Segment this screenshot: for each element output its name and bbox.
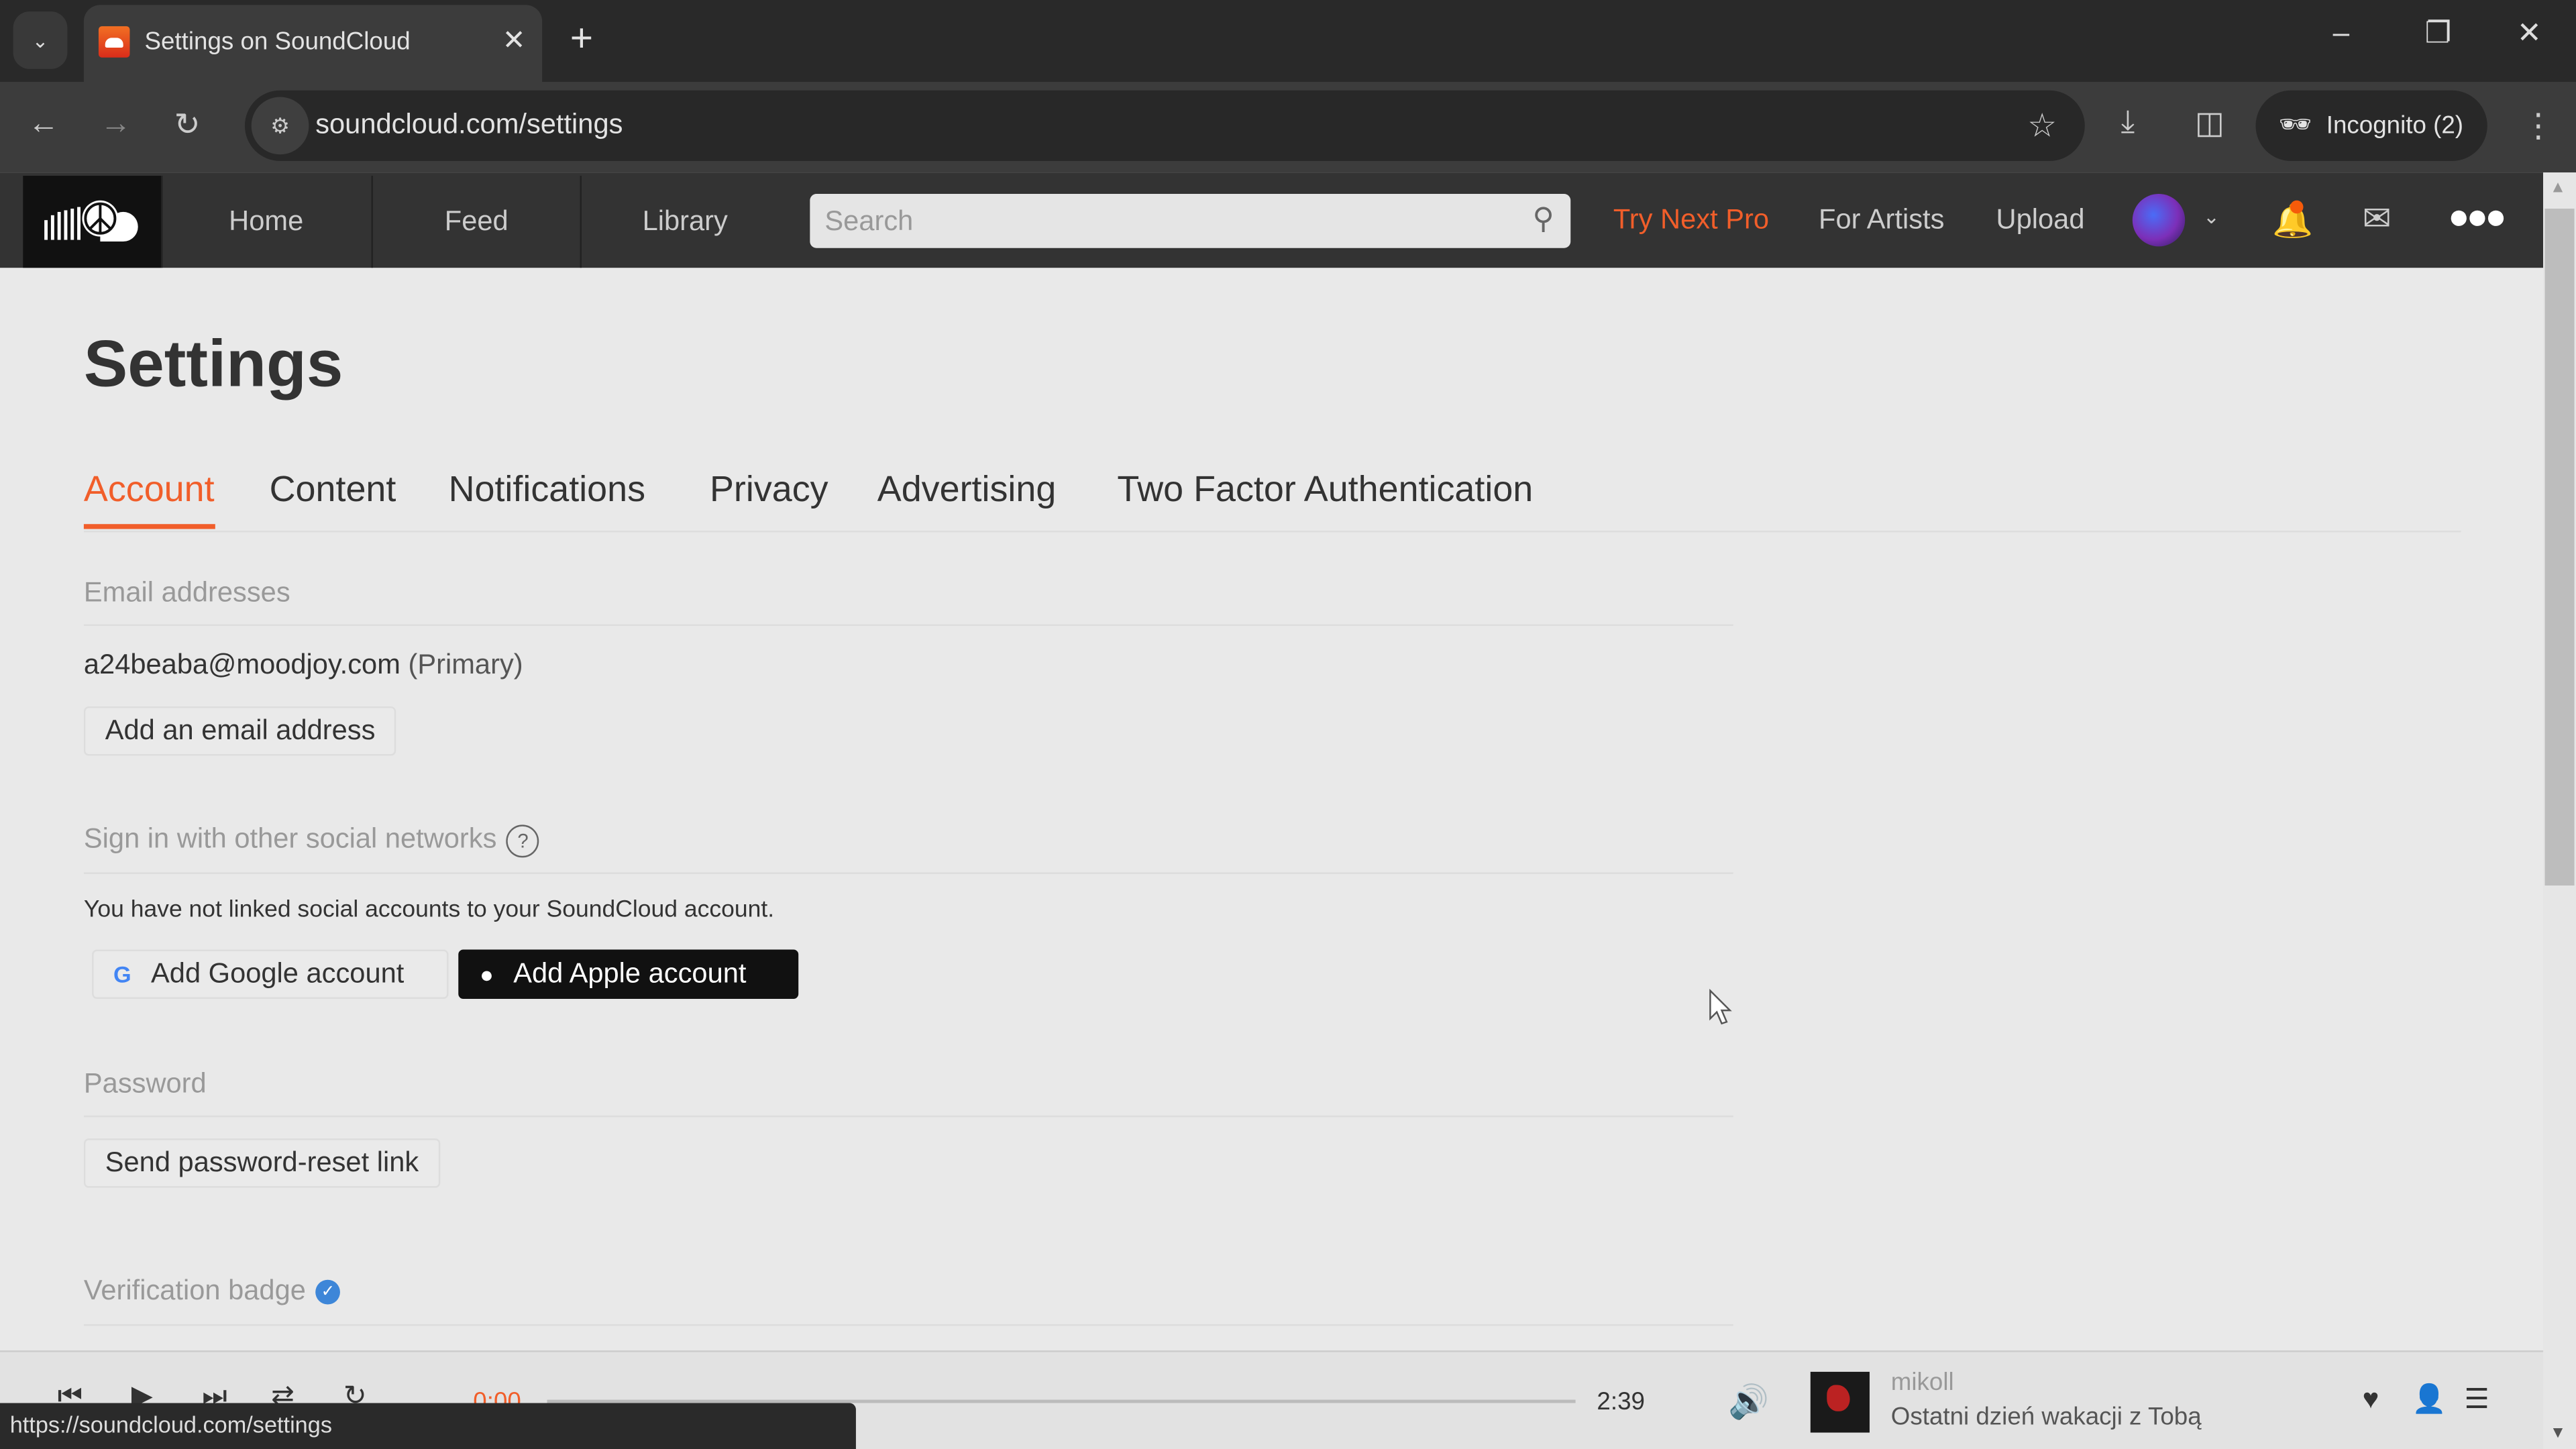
incognito-button[interactable]: 🕶 Incognito (2) [2255,90,2487,162]
verification-section-label: Verification badge ✓ [83,1275,341,1307]
divider [83,1115,1733,1118]
upload-link[interactable]: Upload [1996,204,2085,237]
search-box: ⚲ [810,193,1571,248]
track-duration: 2:39 [1597,1388,1645,1417]
incognito-label: Incognito (2) [2326,111,2464,140]
queue-icon[interactable]: ☰ [2464,1383,2489,1416]
back-icon[interactable]: ← [28,107,60,143]
apple-icon: ● [480,961,494,987]
divider [83,624,1733,627]
add-apple-account-button[interactable]: ● Add Apple account [458,949,799,999]
apple-button-label: Add Apple account [513,957,747,989]
forward-icon[interactable]: → [100,107,131,143]
scroll-up-arrow-icon[interactable]: ▲ [2550,179,2566,197]
bookmark-star-icon[interactable]: ☆ [2027,105,2057,146]
browser-menu-icon[interactable]: ⋮ [2522,105,2555,146]
tab-account[interactable]: Account [83,468,215,529]
mouse-cursor-icon [1709,989,1732,1025]
follow-user-icon[interactable]: 👤 [2412,1383,2447,1416]
status-url: https://soundcloud.com/settings [9,1411,332,1438]
tab-advertising[interactable]: Advertising [877,468,1057,524]
try-next-pro-link[interactable]: Try Next Pro [1613,204,1769,237]
soundcloud-header: Home Feed Library ⚲ Try Next Pro For Art… [0,172,2544,268]
send-password-reset-button[interactable]: Send password-reset link [83,1138,441,1188]
scrollbar-thumb[interactable] [2544,209,2575,886]
site-info-icon[interactable]: ⚙ [251,97,309,155]
social-section-title: Sign in with other social networks [83,822,497,855]
download-icon[interactable]: ⤓ [2121,105,2135,142]
new-tab-button[interactable]: + [570,16,593,62]
scroll-down-arrow-icon[interactable]: ▼ [2550,1424,2566,1442]
browser-window: ⌄ Settings on SoundCloud ✕ + – ❐ ✕ ← → ↻… [0,0,2576,1449]
like-heart-icon[interactable]: ♥ [2363,1383,2379,1416]
google-icon: G [113,961,131,987]
track-artwork[interactable] [1810,1371,1870,1433]
browser-tab[interactable]: Settings on SoundCloud ✕ [83,5,543,83]
volume-icon[interactable]: 🔊 [1728,1382,1769,1423]
nav-home[interactable]: Home [161,176,370,268]
incognito-icon: 🕶 [2278,111,2312,140]
messages-mail-icon[interactable]: ✉ [2363,199,2392,239]
tab-privacy[interactable]: Privacy [710,468,828,524]
soundcloud-logo[interactable] [23,176,162,268]
page-scrollbar[interactable]: ▲ ▼ [2543,172,2576,1449]
search-icon[interactable]: ⚲ [1532,202,1554,236]
primary-tag: (Primary) [408,649,523,680]
search-input[interactable] [810,193,1497,248]
tab-notifications[interactable]: Notifications [449,468,645,524]
url-text[interactable]: soundcloud.com/settings [315,109,623,142]
google-button-label: Add Google account [151,957,405,989]
settings-tabs: Account Content Notifications Privacy Ad… [83,468,2461,533]
email-section-label: Email addresses [83,576,290,608]
password-section-label: Password [83,1067,207,1099]
tab-content[interactable]: Content [270,468,396,524]
more-options-icon[interactable]: ●●● [2448,195,2507,238]
soundcloud-favicon-icon [98,26,130,58]
divider [83,872,1733,874]
avatar[interactable] [2132,193,2186,247]
nav-library[interactable]: Library [580,176,788,268]
chevron-down-icon[interactable]: ⌄ [2203,205,2220,228]
tab-two-factor-authentication[interactable]: Two Factor Authentication [1117,468,1533,524]
add-email-button[interactable]: Add an email address [83,706,397,756]
social-section-label: Sign in with other social networks? [83,822,540,857]
verified-check-icon: ✓ [315,1279,341,1305]
tab-search-button[interactable]: ⌄ [13,11,68,69]
social-info-text: You have not linked social accounts to y… [83,897,775,924]
track-title[interactable]: Ostatni dzień wakacji z Tobą [1891,1403,2202,1431]
side-panel-icon[interactable]: ◫ [2195,105,2224,143]
tab-strip: ⌄ Settings on SoundCloud ✕ + – ❐ ✕ [0,0,2576,83]
chevron-down-icon: ⌄ [32,28,49,52]
for-artists-link[interactable]: For Artists [1819,204,1944,237]
restore-icon[interactable]: ❐ [2425,16,2452,50]
email-address: a24beaba@moodjoy.com [83,649,400,680]
tab-title: Settings on SoundCloud [144,28,411,56]
link-status-tooltip: https://soundcloud.com/settings [0,1403,856,1449]
page-title: Settings [83,328,343,401]
minimize-icon[interactable]: – [2333,16,2350,50]
close-window-icon[interactable]: ✕ [2517,16,2542,50]
notification-badge [2290,200,2304,214]
help-question-icon[interactable]: ? [506,824,540,857]
add-google-account-button[interactable]: G Add Google account [92,949,449,999]
track-artist[interactable]: mikoll [1891,1368,1954,1397]
verification-title: Verification badge [83,1275,306,1306]
browser-toolbar: ← → ↻ ⚙ soundcloud.com/settings ☆ ⤓ ◫ 🕶 … [0,82,2576,173]
reload-icon[interactable]: ↻ [174,107,201,144]
nav-feed[interactable]: Feed [371,176,580,268]
primary-email: a24beaba@moodjoy.com (Primary) [84,649,523,682]
soundcloud-logo-icon [44,200,138,242]
divider [83,1324,1733,1326]
close-tab-icon[interactable]: ✕ [502,25,526,58]
address-bar[interactable]: ⚙ soundcloud.com/settings ☆ [244,90,2085,162]
